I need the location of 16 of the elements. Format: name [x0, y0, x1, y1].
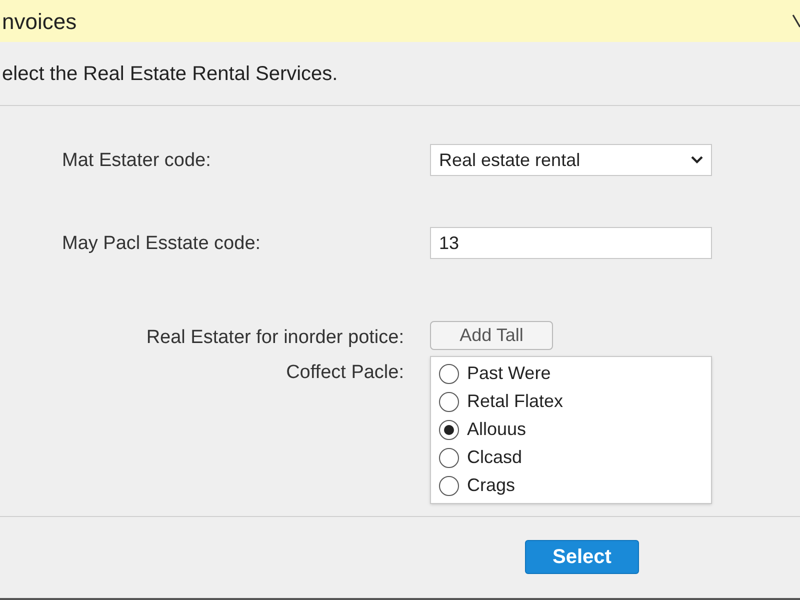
radio-option[interactable]: Past Were: [439, 360, 703, 388]
radio-option[interactable]: Retal Flatex: [439, 388, 703, 416]
add-button[interactable]: Add Tall: [430, 321, 553, 350]
field-label: Coffect Pacle:: [286, 360, 404, 384]
field-label: Real Estater for inorder potice:: [146, 326, 404, 350]
radio-option[interactable]: Crags: [439, 472, 703, 500]
window-title: nvoices: [2, 8, 77, 36]
field-label: Mat Estater code:: [62, 149, 211, 173]
radio-option[interactable]: Allouus: [439, 416, 703, 444]
caret-icon: [691, 156, 703, 164]
dropdown[interactable]: Real estate rental: [430, 144, 712, 176]
radio-option[interactable]: Clcasd: [439, 444, 703, 472]
field-label: May Pacl Esstate code:: [62, 232, 261, 256]
description-text: elect the Real Estate Rental Services.: [2, 62, 338, 86]
select-button[interactable]: Select: [525, 540, 639, 574]
input-field[interactable]: 13: [430, 227, 712, 259]
